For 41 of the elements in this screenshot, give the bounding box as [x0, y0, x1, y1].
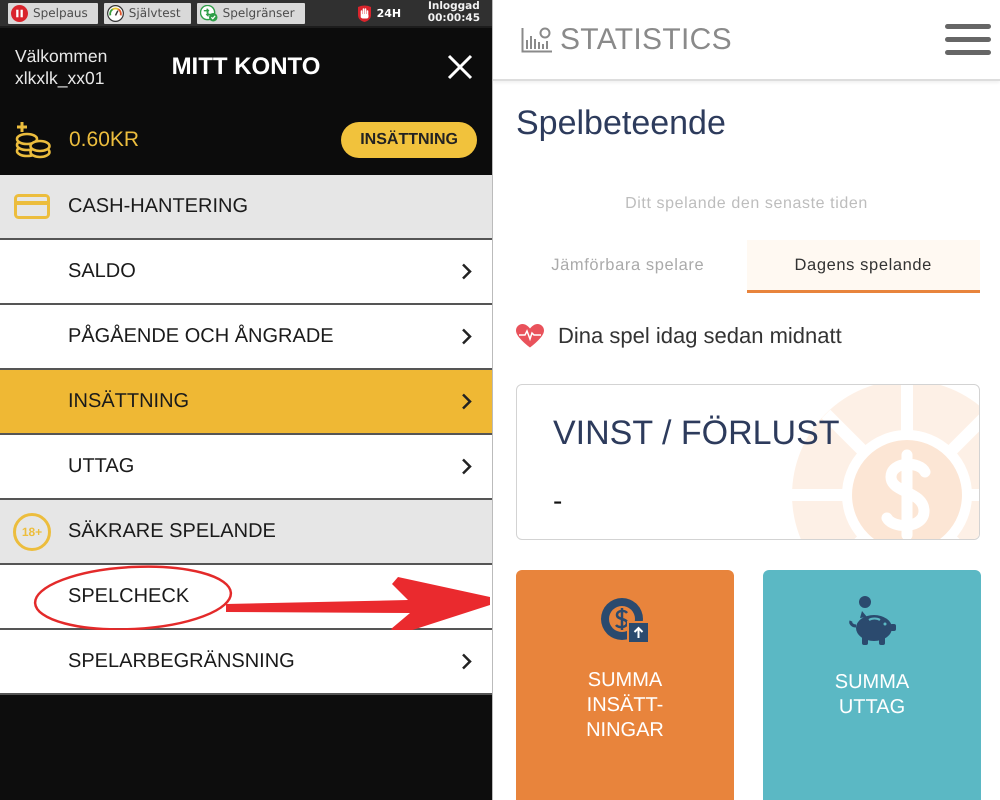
menu-item[interactable]: PÅGÅENDE OCH ÅNGRADE: [0, 305, 492, 370]
pause-icon: [11, 4, 28, 22]
session-time: 00:00:45: [428, 12, 480, 24]
coin-upload-icon: [600, 596, 650, 644]
menu-icon: [945, 24, 991, 55]
heart-pulse-icon: [516, 324, 544, 348]
close-button[interactable]: [447, 54, 473, 80]
section-subtitle: Ditt spelande den senaste tiden: [624, 194, 869, 214]
app-title: STATISTICS: [560, 22, 732, 56]
piggy-bank-icon: [848, 596, 896, 646]
coin-stack-icon: [15, 121, 51, 159]
chart-search-icon: [521, 26, 554, 52]
age-limit-icon: 18+: [13, 512, 51, 550]
session-label: Inloggad: [428, 0, 480, 12]
toolbar-button[interactable]: Spelpaus: [8, 2, 98, 24]
menu-button[interactable]: [945, 24, 991, 55]
tab[interactable]: Dagens spelande: [746, 240, 980, 294]
card-icon: [14, 194, 50, 219]
greeting-text: Välkommen: [15, 44, 108, 66]
page-heading: Spelbeteende: [516, 103, 727, 143]
drawer-title: MITT KONTO: [172, 52, 320, 80]
limit-label: 24H: [376, 6, 402, 20]
deposit-button[interactable]: INSÄTTNING: [341, 122, 477, 158]
gauge-icon: [106, 4, 124, 22]
today-label: Dina spel idag sedan midnatt: [558, 323, 842, 350]
tile-label: SUMMA UTTAG: [834, 670, 910, 720]
result-value: -: [553, 485, 562, 518]
tile-label: SUMMA INSÄTT-NINGAR: [585, 668, 665, 743]
card-title: VINST / FÖRLUST: [553, 413, 840, 454]
menu-item[interactable]: SALDO: [0, 240, 492, 305]
toolbar-button[interactable]: Spelgränser: [196, 2, 305, 24]
menu-item[interactable]: UTTAG: [0, 435, 492, 500]
hand-stop-icon: [356, 4, 372, 22]
close-icon: [447, 54, 473, 80]
menu-item[interactable]: INSÄTTNING: [0, 370, 492, 435]
menu-item[interactable]: SPELARBEGRÄNSNING: [0, 630, 492, 695]
toolbar-button[interactable]: Självtest: [104, 2, 191, 24]
username-text: xlkxlk_xx01: [15, 66, 106, 88]
balance-amount: 0.60KR: [69, 128, 140, 152]
section-title: CASH-HANTERING: [68, 195, 248, 218]
section-title: SÄKRARE SPELANDE: [68, 520, 276, 543]
